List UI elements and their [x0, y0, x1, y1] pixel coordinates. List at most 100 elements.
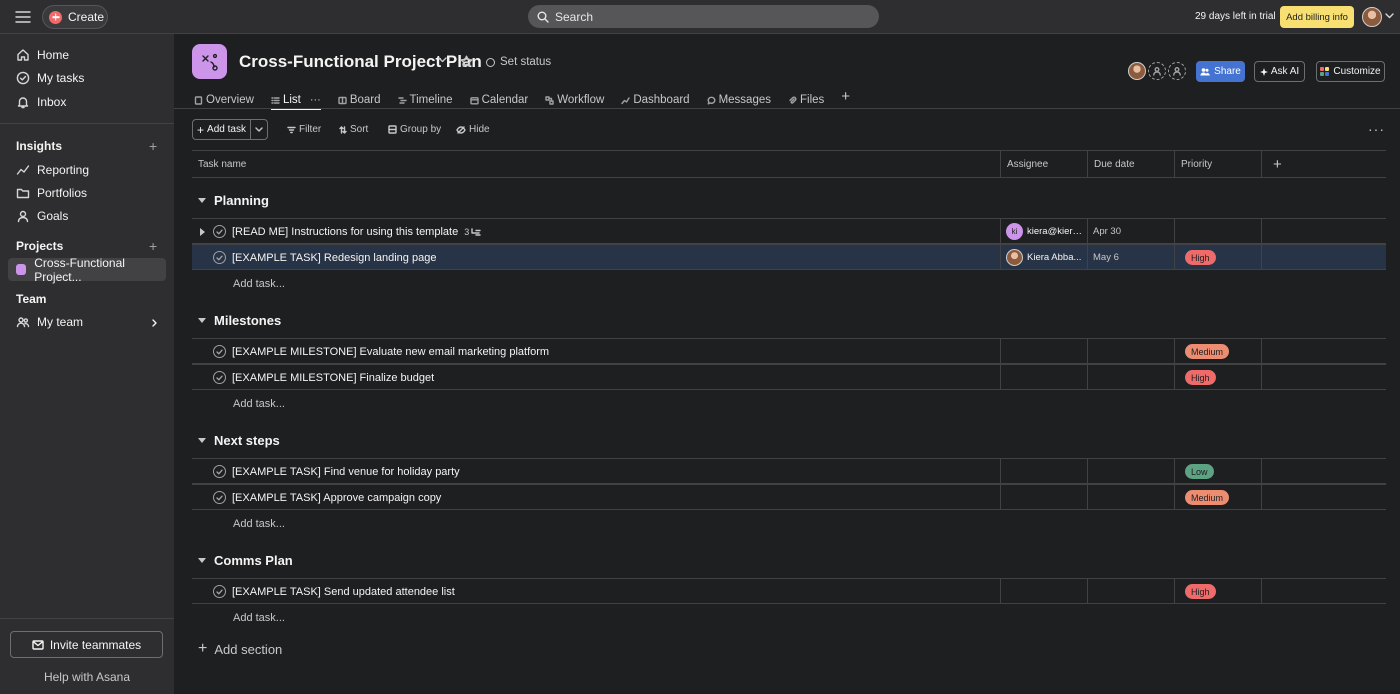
add-task-link[interactable]: Add task...	[233, 518, 285, 530]
add-task-link[interactable]: Add task...	[233, 278, 285, 290]
filter-button[interactable]: Filter	[287, 124, 321, 135]
sidebar-item-project[interactable]: Cross-Functional Project...	[8, 256, 166, 284]
add-insight-icon[interactable]: +	[149, 139, 157, 153]
project-members[interactable]	[1128, 62, 1186, 80]
share-button[interactable]: Share	[1196, 61, 1245, 82]
table-row[interactable]: [EXAMPLE TASK] Redesign landing page Kie…	[192, 244, 1386, 270]
user-avatar[interactable]	[1362, 7, 1382, 27]
member-avatar[interactable]	[1128, 62, 1146, 80]
assignee-cell[interactable]: Kiera Abba...	[1006, 245, 1081, 270]
tab-messages[interactable]: Messages	[707, 86, 771, 109]
priority-cell[interactable]: Medium	[1175, 339, 1230, 364]
help-link[interactable]: Help with Asana	[0, 670, 174, 684]
complete-checkbox-icon[interactable]	[213, 251, 226, 264]
sidebar-item-my-tasks[interactable]: My tasks	[8, 67, 166, 89]
caret-down-icon[interactable]	[198, 198, 206, 203]
tab-workflow[interactable]: Workflow	[545, 86, 604, 109]
task-name[interactable]: [READ ME] Instructions for using this te…	[232, 219, 481, 244]
priority-cell[interactable]: Medium	[1175, 485, 1230, 510]
sidebar-item-inbox[interactable]: Inbox	[8, 91, 166, 113]
subtask-count[interactable]: 3	[464, 227, 481, 237]
table-row[interactable]: [READ ME] Instructions for using this te…	[192, 218, 1386, 244]
task-name[interactable]: [EXAMPLE TASK] Send updated attendee lis…	[232, 579, 455, 604]
search-input[interactable]: Search	[528, 5, 879, 28]
tab-board[interactable]: Board	[338, 86, 381, 109]
sidebar-item-goals[interactable]: Goals	[8, 205, 166, 227]
tab-timeline[interactable]: Timeline	[397, 86, 453, 109]
due-date-cell[interactable]: Apr 30	[1093, 219, 1121, 244]
invite-teammates-button[interactable]: Invite teammates	[10, 631, 163, 658]
chevron-down-icon[interactable]	[438, 57, 447, 63]
project-icon[interactable]	[192, 44, 227, 79]
add-project-icon[interactable]: +	[149, 239, 157, 253]
add-billing-button[interactable]: Add billing info	[1280, 6, 1354, 28]
star-icon[interactable]	[460, 55, 473, 68]
complete-checkbox-icon[interactable]	[213, 585, 226, 598]
sort-button[interactable]: Sort	[339, 124, 368, 135]
task-name-text: [EXAMPLE TASK] Approve campaign copy	[232, 491, 442, 504]
assignee-cell[interactable]: ki kiera@kiera...	[1006, 219, 1083, 244]
complete-checkbox-icon[interactable]	[213, 225, 226, 238]
add-section-button[interactable]: + Add section	[198, 640, 282, 658]
task-name[interactable]: [EXAMPLE TASK] Approve campaign copy	[232, 485, 441, 510]
priority-cell[interactable]: Low	[1175, 459, 1214, 484]
section-header-milestones[interactable]: Milestones	[192, 313, 281, 328]
tab-files[interactable]: Files	[788, 86, 824, 109]
complete-checkbox-icon[interactable]	[213, 491, 226, 504]
column-task-name[interactable]: Task name	[192, 151, 246, 178]
due-date-cell[interactable]: May 6	[1093, 245, 1119, 270]
placeholder-member-icon[interactable]	[1148, 62, 1166, 80]
caret-down-icon[interactable]	[198, 558, 206, 563]
table-row[interactable]: [EXAMPLE TASK] Send updated attendee lis…	[192, 578, 1386, 604]
table-row[interactable]: [EXAMPLE MILESTONE] Evaluate new email m…	[192, 338, 1386, 364]
complete-checkbox-icon[interactable]	[213, 465, 226, 478]
sidebar-item-portfolios[interactable]: Portfolios	[8, 182, 166, 204]
add-task-link[interactable]: Add task...	[233, 612, 285, 624]
caret-down-icon[interactable]	[198, 318, 206, 323]
priority-cell[interactable]: High	[1175, 365, 1216, 390]
create-button[interactable]: Create	[42, 5, 108, 29]
placeholder-member-icon[interactable]	[1168, 62, 1186, 80]
add-tab-icon[interactable]: +	[841, 86, 850, 104]
task-name[interactable]: [EXAMPLE TASK] Redesign landing page	[232, 245, 436, 270]
expand-subtasks-icon[interactable]	[200, 228, 205, 236]
sidebar-item-reporting[interactable]: Reporting	[8, 159, 166, 181]
complete-checkbox-icon[interactable]	[213, 345, 226, 358]
add-task-link[interactable]: Add task...	[233, 398, 285, 410]
section-header-next-steps[interactable]: Next steps	[192, 433, 280, 448]
table-row[interactable]: [EXAMPLE TASK] Find venue for holiday pa…	[192, 458, 1386, 484]
set-status-button[interactable]: Set status	[486, 56, 551, 68]
more-options-icon[interactable]: ···	[1368, 121, 1385, 137]
section-header-planning[interactable]: Planning	[192, 193, 269, 208]
add-column-icon[interactable]: +	[1267, 151, 1282, 178]
chevron-down-icon[interactable]	[251, 127, 267, 132]
ask-ai-button[interactable]: Ask AI	[1254, 61, 1305, 82]
priority-cell[interactable]: High	[1175, 245, 1216, 270]
tab-dashboard[interactable]: Dashboard	[621, 86, 690, 109]
task-name[interactable]: [EXAMPLE MILESTONE] Finalize budget	[232, 365, 434, 390]
tab-calendar[interactable]: Calendar	[469, 86, 528, 109]
caret-down-icon[interactable]	[198, 438, 206, 443]
task-name[interactable]: [EXAMPLE TASK] Find venue for holiday pa…	[232, 459, 460, 484]
add-task-main[interactable]: + Add task	[193, 120, 251, 139]
table-row[interactable]: [EXAMPLE TASK] Approve campaign copy Med…	[192, 484, 1386, 510]
menu-icon[interactable]	[14, 9, 32, 25]
section-header-comms-plan[interactable]: Comms Plan	[192, 553, 293, 568]
complete-checkbox-icon[interactable]	[213, 371, 226, 384]
column-priority[interactable]: Priority	[1175, 151, 1212, 178]
sidebar-item-my-team[interactable]: My team	[8, 311, 166, 333]
more-icon[interactable]: ···	[310, 94, 321, 106]
tab-list[interactable]: List ···	[270, 86, 321, 110]
hide-button[interactable]: Hide	[456, 124, 490, 135]
column-due-date[interactable]: Due date	[1088, 151, 1135, 178]
table-row[interactable]: [EXAMPLE MILESTONE] Finalize budget High	[192, 364, 1386, 390]
priority-cell[interactable]: High	[1175, 579, 1216, 604]
task-name[interactable]: [EXAMPLE MILESTONE] Evaluate new email m…	[232, 339, 549, 364]
chevron-down-icon[interactable]	[1385, 13, 1394, 19]
add-task-button[interactable]: + Add task	[192, 119, 268, 140]
sidebar-item-home[interactable]: Home	[8, 44, 166, 66]
tab-overview[interactable]: Overview	[194, 86, 254, 109]
column-assignee[interactable]: Assignee	[1001, 151, 1048, 178]
customize-button[interactable]: Customize	[1316, 61, 1385, 82]
group-by-button[interactable]: Group by	[388, 124, 441, 135]
